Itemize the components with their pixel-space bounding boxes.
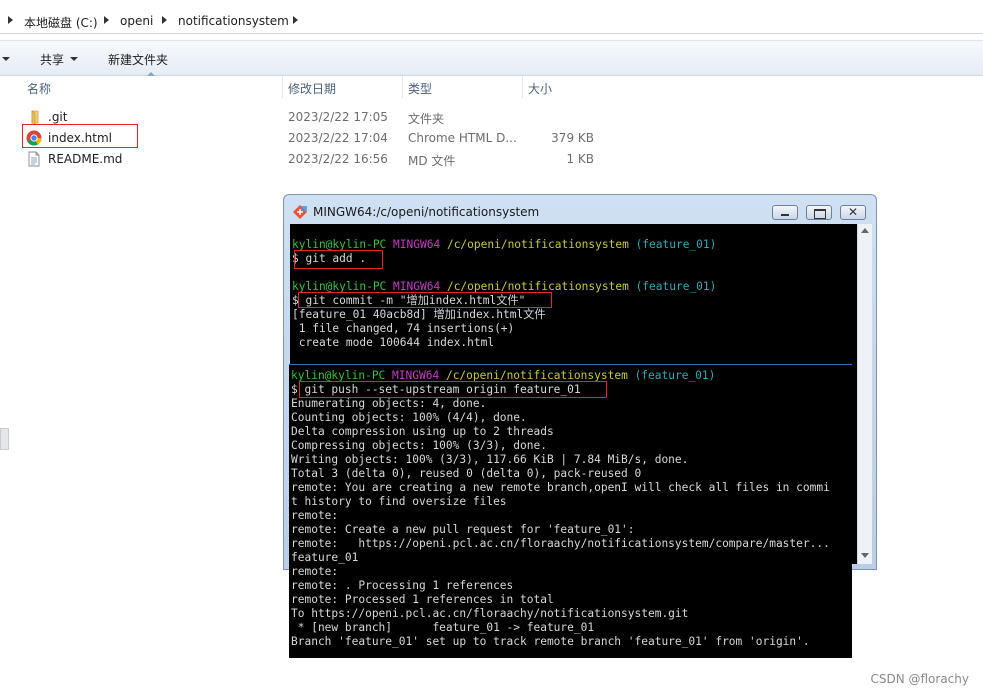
scroll-up-icon[interactable] [861,228,869,233]
explorer-toolbar: 共享 新建文件夹 [0,40,983,76]
output-line: Branch 'feature_01' set up to track remo… [291,635,810,648]
share-dropdown-icon[interactable] [70,57,78,61]
chevron-right-icon[interactable] [162,16,167,24]
chevron-right-icon[interactable] [104,16,109,24]
column-header-type[interactable]: 类型 [408,80,432,102]
output-line: To https://openi.pcl.ac.cn/floraachy/not… [291,607,689,620]
breadcrumb-notificationsystem[interactable]: notificationsystem [178,14,289,28]
prompt-branch: (feature_01) [635,238,717,251]
breadcrumb-openi[interactable]: openi [120,14,153,28]
file-modified: 2023/2/22 16:56 [288,152,388,166]
document-icon [28,151,40,167]
output-line: Counting objects: 100% (4/4), done. [291,411,527,424]
file-name[interactable]: .git [48,110,67,124]
output-line: create mode 100644 index.html [292,336,495,349]
minimize-button[interactable] [772,205,798,220]
output-line: remote: https://openi.pcl.ac.cn/floraach… [291,537,830,550]
terminal-output-push[interactable]: kylin@kylin-PC MINGW64 /c/openi/notifica… [289,364,852,658]
output-line: Writing objects: 100% (3/3), 117.66 KiB … [291,453,689,466]
git-bash-icon [293,205,307,219]
sort-ascending-icon [147,72,155,76]
output-line: Total 3 (delta 0), reused 0 (delta 0), p… [291,467,642,480]
highlight-box [22,124,138,148]
file-size: 379 KB [551,131,594,145]
output-line: remote: [291,565,339,578]
file-name[interactable]: README.md [48,152,122,166]
terminal-title: MINGW64:/c/openi/notificationsystem [313,205,540,219]
breadcrumb-drive[interactable]: 本地磁盘 (C:) [24,14,98,31]
prompt-shell: MINGW64 [393,238,441,251]
prompt-branch: (feature_01) [634,369,716,382]
output-line: t history to find oversize files [291,495,507,508]
file-modified: 2023/2/22 17:05 [288,110,388,124]
prompt-branch: (feature_01) [635,280,717,293]
output-line: remote: Create a new pull request for 'f… [291,523,635,536]
highlight-box [299,381,607,398]
output-line: 1 file changed, 74 insertions(+) [292,322,515,335]
maximize-icon [814,209,826,219]
output-line: Delta compression using up to 2 threads [291,425,554,438]
chevron-right-icon[interactable] [8,16,13,24]
maximize-button[interactable] [806,205,832,220]
scroll-down-icon[interactable] [861,553,869,558]
file-size: 1 KB [566,152,594,166]
column-header-size[interactable]: 大小 [528,80,552,102]
close-icon: ✕ [848,205,859,219]
file-type: Chrome HTML D... [408,131,517,145]
explorer-address-bar: 本地磁盘 (C:) openi notificationsystem [0,0,983,40]
file-row[interactable]: README.md 2023/2/22 16:56 MD 文件 1 KB [22,149,642,169]
chevron-right-icon[interactable] [293,16,298,24]
column-divider[interactable] [282,76,283,98]
output-line: remote: [291,509,339,522]
column-header-modified[interactable]: 修改日期 [288,80,336,102]
output-line: Compressing objects: 100% (3/3), done. [291,439,547,452]
terminal-scrollbar[interactable] [857,224,872,564]
new-folder-button[interactable]: 新建文件夹 [108,51,168,68]
output-line: Enumerating objects: 4, done. [291,397,487,410]
column-divider[interactable] [522,76,523,98]
output-line: remote: Processed 1 references in total [291,593,554,606]
file-type: 文件夹 [408,112,445,126]
scroll-handle[interactable] [0,428,9,450]
minimize-icon [781,214,789,216]
output-line: [feature_01 40acb8d] 增加index.html文件 [292,308,546,321]
prompt-path: /c/openi/notificationsystem [446,238,629,251]
output-line: remote: . Processing 1 references [291,579,514,592]
highlight-box [298,292,552,308]
output-line: remote: You are creating a new remote br… [291,481,830,494]
close-button[interactable]: ✕ [840,205,866,220]
watermark: CSDN @florachy [870,672,969,686]
file-modified: 2023/2/22 17:04 [288,131,388,145]
output-line: * [new branch] feature_01 -> feature_01 [291,621,595,634]
highlight-box [294,250,383,269]
breadcrumb[interactable]: 本地磁盘 (C:) openi notificationsystem [0,9,983,34]
output-line: feature_01 [291,551,359,564]
organize-dropdown-icon[interactable] [2,57,10,61]
share-button[interactable]: 共享 [40,51,64,68]
column-divider[interactable] [402,76,403,98]
column-header-name[interactable]: 名称 [27,80,51,102]
folder-icon [31,110,39,125]
file-type: MD 文件 [408,154,456,168]
